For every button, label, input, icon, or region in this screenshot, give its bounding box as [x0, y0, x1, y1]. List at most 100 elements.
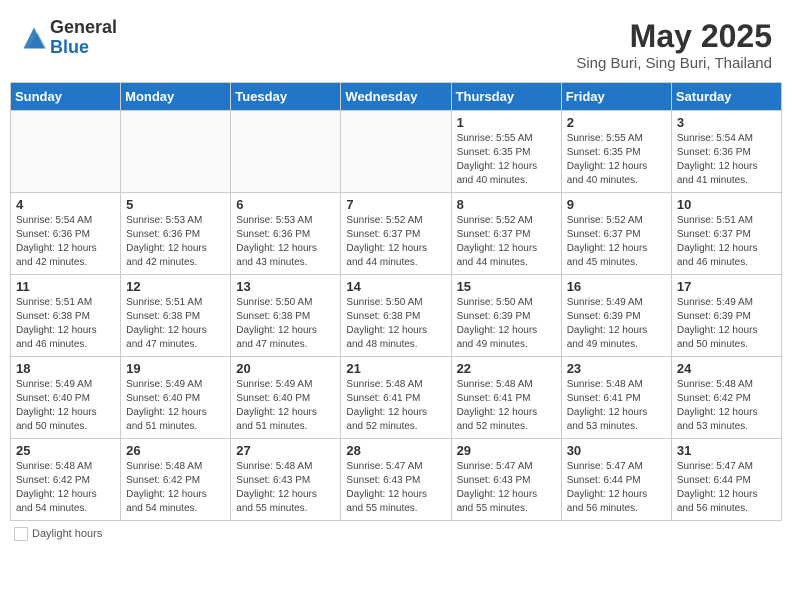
calendar-cell: 20Sunrise: 5:49 AM Sunset: 6:40 PM Dayli… — [231, 357, 341, 439]
day-info: Sunrise: 5:47 AM Sunset: 6:44 PM Dayligh… — [567, 460, 666, 516]
calendar-cell: 12Sunrise: 5:51 AM Sunset: 6:38 PM Dayli… — [121, 275, 231, 357]
days-header-row: SundayMondayTuesdayWednesdayThursdayFrid… — [11, 83, 782, 111]
day-info: Sunrise: 5:47 AM Sunset: 6:43 PM Dayligh… — [346, 460, 445, 516]
calendar-table: SundayMondayTuesdayWednesdayThursdayFrid… — [10, 82, 782, 521]
calendar-cell: 23 Sunrise: 5:48 AM Sunset: 6:41 PM Dayli… — [561, 357, 671, 439]
calendar-cell: 28 Sunrise: 5:47 AM Sunset: 6:43 PM Dayli… — [341, 439, 451, 521]
day-info: Sunrise: 5:54 AM Sunset: 6:36 PM Dayligh… — [16, 214, 115, 270]
day-number: 3 — [677, 115, 776, 130]
calendar-cell — [11, 111, 121, 193]
page-header: General Blue May 2025 Sing Buri, Sing Bu… — [10, 10, 782, 78]
calendar-cell: 25 Sunrise: 5:48 AM Sunset: 6:42 PM Dayli… — [11, 439, 121, 521]
logo-text: General Blue — [50, 18, 117, 58]
day-number: 20 — [236, 361, 335, 376]
calendar-cell: 4 Sunrise: 5:54 AM Sunset: 6:36 PM Daylig… — [11, 193, 121, 275]
day-info: Sunrise: 5:48 AM Sunset: 6:41 PM Dayligh… — [567, 378, 666, 434]
calendar-week-row: 25 Sunrise: 5:48 AM Sunset: 6:42 PM Dayli… — [11, 439, 782, 521]
day-info: Sunrise: 5:55 AM Sunset: 6:35 PM Dayligh… — [457, 132, 556, 188]
day-of-week-header: Sunday — [11, 83, 121, 111]
calendar-cell: 14Sunrise: 5:50 AM Sunset: 6:38 PM Dayli… — [341, 275, 451, 357]
calendar-cell: 13 Sunrise: 5:50 AM Sunset: 6:38 PM Dayli… — [231, 275, 341, 357]
calendar-cell: 31Sunrise: 5:47 AM Sunset: 6:44 PM Dayli… — [671, 439, 781, 521]
daylight-legend-item: Daylight hours — [14, 527, 102, 541]
legend: Daylight hours — [10, 527, 782, 544]
calendar-cell: 6 Sunrise: 5:53 AM Sunset: 6:36 PM Daylig… — [231, 193, 341, 275]
calendar-cell: 8Sunrise: 5:52 AM Sunset: 6:37 PM Daylig… — [451, 193, 561, 275]
day-of-week-header: Friday — [561, 83, 671, 111]
calendar-cell: 17Sunrise: 5:49 AM Sunset: 6:39 PM Dayli… — [671, 275, 781, 357]
calendar-cell: 11Sunrise: 5:51 AM Sunset: 6:38 PM Dayli… — [11, 275, 121, 357]
day-number: 29 — [457, 443, 556, 458]
day-info: Sunrise: 5:48 AM Sunset: 6:42 PM Dayligh… — [126, 460, 225, 516]
calendar-cell: 1Sunrise: 5:55 AM Sunset: 6:35 PM Daylig… — [451, 111, 561, 193]
day-number: 30 — [567, 443, 666, 458]
day-number: 25 — [16, 443, 115, 458]
day-number: 13 — [236, 279, 335, 294]
day-info: Sunrise: 5:53 AM Sunset: 6:36 PM Dayligh… — [236, 214, 335, 270]
day-number: 15 — [457, 279, 556, 294]
day-of-week-header: Thursday — [451, 83, 561, 111]
calendar-cell — [341, 111, 451, 193]
day-number: 24 — [677, 361, 776, 376]
day-info: Sunrise: 5:52 AM Sunset: 6:37 PM Dayligh… — [457, 214, 556, 270]
calendar-cell: 16 Sunrise: 5:49 AM Sunset: 6:39 PM Dayli… — [561, 275, 671, 357]
calendar-cell: 3 Sunrise: 5:54 AM Sunset: 6:36 PM Daylig… — [671, 111, 781, 193]
day-number: 4 — [16, 197, 115, 212]
day-info: Sunrise: 5:47 AM Sunset: 6:44 PM Dayligh… — [677, 460, 776, 516]
day-number: 10 — [677, 197, 776, 212]
day-info: Sunrise: 5:49 AM Sunset: 6:40 PM Dayligh… — [16, 378, 115, 434]
day-info: Sunrise: 5:48 AM Sunset: 6:41 PM Dayligh… — [457, 378, 556, 434]
logo-general-text: General — [50, 18, 117, 38]
day-number: 22 — [457, 361, 556, 376]
title-area: May 2025 Sing Buri, Sing Buri, Thailand — [576, 18, 772, 72]
calendar-week-row: 11 Sunrise: 5:51 AM Sunset: 6:38 PM Dayli… — [11, 275, 782, 357]
day-of-week-header: Tuesday — [231, 83, 341, 111]
logo-blue-text: Blue — [50, 38, 117, 58]
day-info: Sunrise: 5:55 AM Sunset: 6:35 PM Dayligh… — [567, 132, 666, 188]
calendar-cell: 15Sunrise: 5:50 AM Sunset: 6:39 PM Dayli… — [451, 275, 561, 357]
calendar-cell: 2 Sunrise: 5:55 AM Sunset: 6:35 PM Daylig… — [561, 111, 671, 193]
calendar-cell: 21 Sunrise: 5:48 AM Sunset: 6:41 PM Dayli… — [341, 357, 451, 439]
logo-icon — [20, 24, 48, 52]
calendar-week-row: 18 Sunrise: 5:49 AM Sunset: 6:40 PM Dayli… — [11, 357, 782, 439]
day-number: 11 — [16, 279, 115, 294]
day-number: 2 — [567, 115, 666, 130]
calendar-cell: 9Sunrise: 5:52 AM Sunset: 6:37 PM Daylig… — [561, 193, 671, 275]
day-info: Sunrise: 5:49 AM Sunset: 6:39 PM Dayligh… — [567, 296, 666, 352]
day-number: 23 — [567, 361, 666, 376]
daylight-legend-box — [14, 527, 28, 541]
day-info: Sunrise: 5:51 AM Sunset: 6:37 PM Dayligh… — [677, 214, 776, 270]
logo: General Blue — [20, 18, 117, 58]
calendar-cell: 27 Sunrise: 5:48 AM Sunset: 6:43 PM Dayli… — [231, 439, 341, 521]
day-info: Sunrise: 5:51 AM Sunset: 6:38 PM Dayligh… — [126, 296, 225, 352]
calendar-cell: 22 Sunrise: 5:48 AM Sunset: 6:41 PM Dayli… — [451, 357, 561, 439]
day-of-week-header: Saturday — [671, 83, 781, 111]
day-info: Sunrise: 5:50 AM Sunset: 6:38 PM Dayligh… — [236, 296, 335, 352]
day-info: Sunrise: 5:48 AM Sunset: 6:41 PM Dayligh… — [346, 378, 445, 434]
day-number: 19 — [126, 361, 225, 376]
day-number: 21 — [346, 361, 445, 376]
day-info: Sunrise: 5:47 AM Sunset: 6:43 PM Dayligh… — [457, 460, 556, 516]
day-number: 18 — [16, 361, 115, 376]
day-info: Sunrise: 5:48 AM Sunset: 6:42 PM Dayligh… — [677, 378, 776, 434]
day-info: Sunrise: 5:52 AM Sunset: 6:37 PM Dayligh… — [346, 214, 445, 270]
calendar-cell: 24 Sunrise: 5:48 AM Sunset: 6:42 PM Dayli… — [671, 357, 781, 439]
day-of-week-header: Wednesday — [341, 83, 451, 111]
day-info: Sunrise: 5:54 AM Sunset: 6:36 PM Dayligh… — [677, 132, 776, 188]
calendar-cell: 18 Sunrise: 5:49 AM Sunset: 6:40 PM Dayli… — [11, 357, 121, 439]
day-number: 16 — [567, 279, 666, 294]
calendar-cell: 30 Sunrise: 5:47 AM Sunset: 6:44 PM Dayli… — [561, 439, 671, 521]
month-title: May 2025 — [576, 18, 772, 55]
day-number: 27 — [236, 443, 335, 458]
calendar-cell — [121, 111, 231, 193]
day-number: 6 — [236, 197, 335, 212]
day-info: Sunrise: 5:48 AM Sunset: 6:43 PM Dayligh… — [236, 460, 335, 516]
day-number: 26 — [126, 443, 225, 458]
calendar-week-row: 4 Sunrise: 5:54 AM Sunset: 6:36 PM Daylig… — [11, 193, 782, 275]
location-title: Sing Buri, Sing Buri, Thailand — [576, 55, 772, 72]
day-info: Sunrise: 5:49 AM Sunset: 6:39 PM Dayligh… — [677, 296, 776, 352]
calendar-cell: 19Sunrise: 5:49 AM Sunset: 6:40 PM Dayli… — [121, 357, 231, 439]
day-info: Sunrise: 5:48 AM Sunset: 6:42 PM Dayligh… — [16, 460, 115, 516]
daylight-legend-label: Daylight hours — [32, 528, 102, 540]
day-number: 28 — [346, 443, 445, 458]
